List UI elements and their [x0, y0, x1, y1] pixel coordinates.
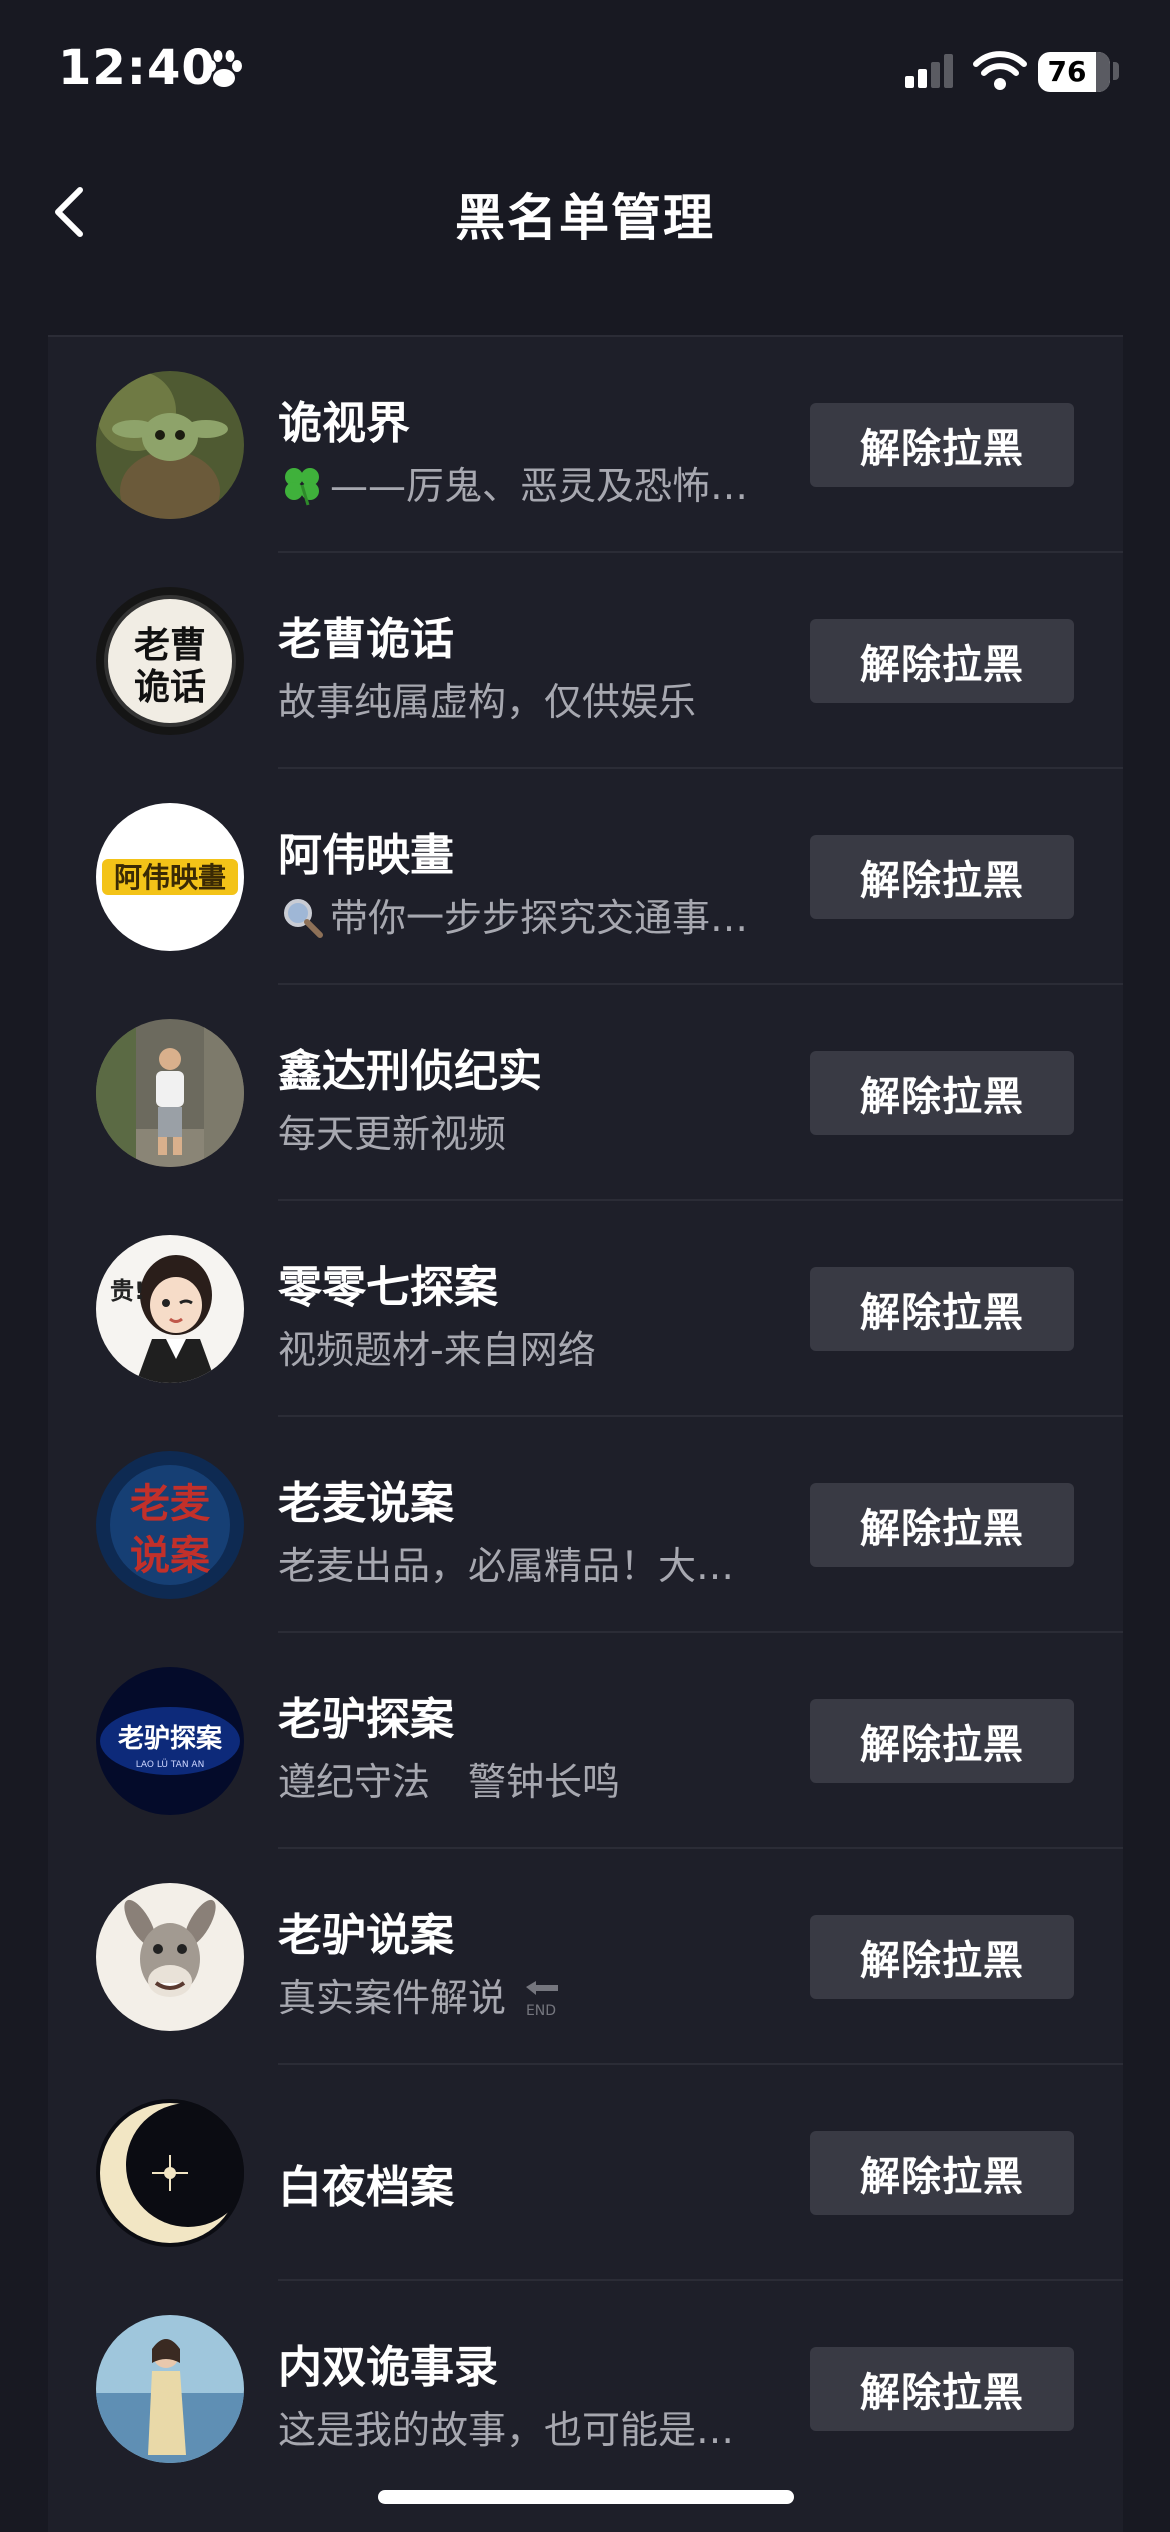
user-signature: ——厉鬼、恶灵及恐怖…	[278, 455, 818, 510]
unblock-button[interactable]: 解除拉黑	[810, 1915, 1074, 1999]
user-signature: 视频题材-来自网络	[278, 1328, 596, 1372]
list-item: 贵! 零零七探案 视频题材-来自网络 解除拉黑	[48, 1201, 1123, 1417]
nav-bar: 黑名单管理	[0, 150, 1170, 270]
avatar[interactable]	[96, 2099, 244, 2247]
paw-icon	[206, 50, 242, 87]
user-signature: 每天更新视频	[278, 1112, 507, 1156]
list-item: 内双诡事录 这是我的故事，也可能是… 解除拉黑	[48, 2281, 1123, 2497]
unblock-button[interactable]: 解除拉黑	[810, 1483, 1074, 1567]
blocklist: 诡视界 ——厉鬼、恶灵及恐怖… 解除拉黑 老曹 诡话 老曹诡话 故事纯属虚构，仅…	[48, 335, 1123, 2532]
user-name: 内双诡事录	[278, 2342, 498, 2393]
unblock-button[interactable]: 解除拉黑	[810, 2131, 1074, 2215]
user-name: 鑫达刑侦纪实	[278, 1046, 542, 1097]
list-item: 老麦 说案 老麦说案 老麦出品，必属精品！大… 解除拉黑	[48, 1417, 1123, 1633]
user-name: 阿伟映畫	[278, 830, 454, 881]
svg-text:END: END	[526, 2003, 556, 2019]
avatar[interactable]	[96, 1883, 244, 2031]
list-item: 老曹 诡话 老曹诡话 故事纯属虚构，仅供娱乐 解除拉黑	[48, 553, 1123, 769]
unblock-button[interactable]: 解除拉黑	[810, 1267, 1074, 1351]
svg-text:贵!: 贵!	[110, 1277, 145, 1305]
avatar[interactable]: 阿伟映畫	[96, 803, 244, 951]
unblock-button[interactable]: 解除拉黑	[810, 2347, 1074, 2431]
home-indicator[interactable]	[378, 2490, 794, 2504]
user-signature: 遵纪守法 警钟长鸣	[278, 1760, 621, 1804]
unblock-button[interactable]: 解除拉黑	[810, 835, 1074, 919]
avatar[interactable]	[96, 1019, 244, 1167]
avatar[interactable]	[96, 2315, 244, 2463]
user-name: 零零七探案	[278, 1262, 498, 1313]
avatar[interactable]: 老曹 诡话	[96, 587, 244, 735]
user-signature: 故事纯属虚构，仅供娱乐	[278, 680, 697, 724]
unblock-button[interactable]: 解除拉黑	[810, 1699, 1074, 1783]
battery-icon: 76	[1038, 52, 1110, 92]
user-name: 老驴探案	[278, 1694, 454, 1745]
list-item: 老驴说案 真实案件解说 END 解除拉黑	[48, 1849, 1123, 2065]
user-name: 诡视界	[278, 398, 410, 449]
svg-text:诡话: 诡话	[134, 666, 206, 708]
svg-text:老麦: 老麦	[130, 1480, 210, 1527]
user-name: 白夜档案	[278, 2162, 454, 2213]
user-signature: 带你一步步探究交通事…	[278, 887, 818, 942]
svg-text:老曹: 老曹	[134, 624, 206, 666]
unblock-button[interactable]: 解除拉黑	[810, 619, 1074, 703]
battery-level: 76	[1047, 55, 1087, 88]
unblock-button[interactable]: 解除拉黑	[810, 403, 1074, 487]
user-signature: 老麦出品，必属精品！大…	[278, 1544, 735, 1588]
avatar[interactable]: 老麦 说案	[96, 1451, 244, 1599]
avatar[interactable]: 老驴探案 LAO LÜ TAN AN	[96, 1667, 244, 1815]
list-item: 诡视界 ——厉鬼、恶灵及恐怖… 解除拉黑	[48, 337, 1123, 553]
user-name: 老驴说案	[278, 1910, 454, 1961]
wifi-icon	[973, 51, 1027, 90]
unblock-button[interactable]: 解除拉黑	[810, 1051, 1074, 1135]
status-bar: 12:40 76	[0, 0, 1170, 150]
end-arrow-icon: END	[526, 1981, 559, 2019]
list-item: 鑫达刑侦纪实 每天更新视频 解除拉黑	[48, 985, 1123, 1201]
svg-text:阿伟映畫: 阿伟映畫	[114, 861, 226, 894]
svg-text:老驴探案: 老驴探案	[118, 1723, 223, 1754]
list-item: 阿伟映畫 阿伟映畫 带你一步步探究交通事… 解除拉黑	[48, 769, 1123, 985]
svg-text:LAO LÜ TAN AN: LAO LÜ TAN AN	[136, 1759, 205, 1770]
avatar[interactable]	[96, 371, 244, 519]
status-time: 12:40	[58, 40, 216, 96]
page-title: 黑名单管理	[455, 189, 715, 247]
user-signature: 真实案件解说 END	[278, 1967, 818, 2022]
user-signature: 这是我的故事，也可能是…	[278, 2408, 735, 2452]
user-name: 老曹诡话	[278, 614, 454, 665]
user-name: 老麦说案	[278, 1478, 454, 1529]
avatar[interactable]: 贵!	[96, 1235, 244, 1383]
list-item: 老驴探案 LAO LÜ TAN AN 老驴探案 遵纪守法 警钟长鸣 解除拉黑	[48, 1633, 1123, 1849]
cellular-signal-icon	[905, 54, 953, 88]
magnifier-icon	[284, 899, 323, 938]
svg-text:说案: 说案	[130, 1532, 211, 1579]
list-item: 白夜档案 解除拉黑	[48, 2065, 1123, 2281]
clover-icon	[285, 468, 319, 506]
